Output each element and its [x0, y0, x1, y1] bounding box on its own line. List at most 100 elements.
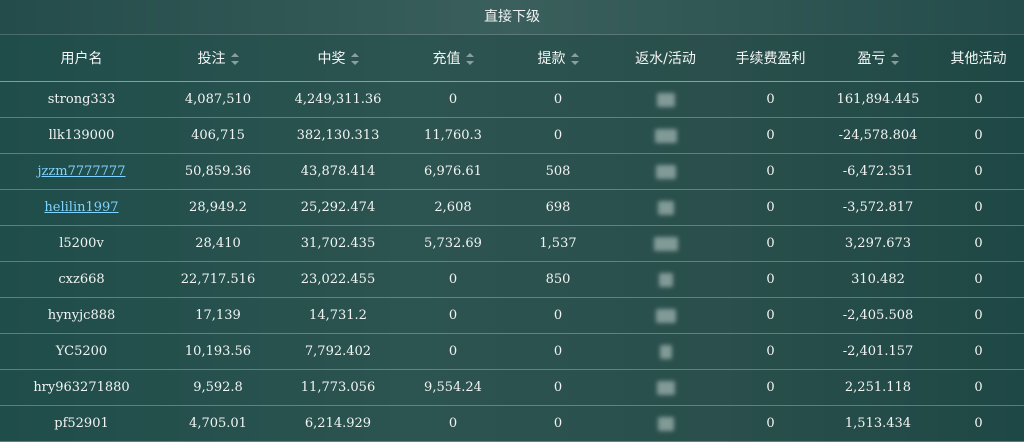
column-header-label: 其他活动: [950, 51, 1007, 67]
column-header-rebate: 返水/活动: [613, 35, 718, 82]
cell-value: 3,297.673: [844, 236, 912, 251]
cell-value: 0: [974, 380, 983, 395]
cell-other-activity: 0: [933, 405, 1024, 442]
username-text: l5200v: [59, 236, 104, 251]
redacted-value: [654, 128, 677, 143]
cell-bet: 4,087,510: [163, 81, 273, 118]
cell-fee-profit: 0: [718, 369, 823, 406]
column-header-label: 提款: [537, 51, 566, 67]
cell-username: YC5200: [0, 333, 163, 370]
column-header-label: 返水/活动: [635, 51, 696, 67]
column-header-pnl[interactable]: 盈亏: [823, 35, 933, 82]
cell-username: cxz668: [0, 261, 163, 298]
cell-value: 0: [974, 236, 983, 251]
cell-other-activity: 0: [933, 261, 1024, 298]
cell-fee-profit: 0: [718, 333, 823, 370]
cell-value: 161,894.445: [836, 92, 920, 107]
sort-icon[interactable]: [230, 53, 239, 65]
cell-value: 4,087,510: [184, 92, 252, 107]
cell-value: 0: [766, 236, 775, 251]
cell-value: 4,705.01: [189, 416, 247, 431]
column-header-label: 手续费盈利: [735, 51, 806, 67]
sort-icon[interactable]: [890, 53, 899, 65]
cell-username: helilin1997: [0, 189, 163, 226]
cell-bet: 28,410: [163, 225, 273, 262]
cell-pnl: -6,472.351: [823, 153, 933, 190]
column-header-bet[interactable]: 投注: [163, 35, 273, 82]
sort-icon[interactable]: [350, 53, 359, 65]
cell-value: 23,022.455: [300, 272, 376, 287]
cell-win: 7,792.402: [273, 333, 403, 370]
cell-value: 508: [545, 164, 571, 179]
cell-value: 0: [448, 272, 458, 287]
cell-deposit: 0: [403, 81, 503, 118]
column-header-label: 盈亏: [857, 51, 886, 67]
cell-withdraw: 0: [503, 81, 613, 118]
cell-value: 10,193.56: [184, 344, 252, 359]
table-header-row: 用户名 投注 中奖 充值 提款 返水/活动 手续费盈利 盈亏 其他活动: [0, 35, 1024, 82]
cell-rebate: [613, 261, 718, 298]
cell-value: 43,878.414: [300, 164, 376, 179]
cell-value: -6,472.351: [842, 164, 914, 179]
cell-username: hry963271880: [0, 369, 163, 406]
cell-rebate: [613, 297, 718, 334]
table-row: cxz668 22,717.516 23,022.455 0 850 0 310.482 0: [0, 261, 1024, 298]
cell-rebate: [613, 405, 718, 442]
cell-bet: 9,592.8: [163, 369, 273, 406]
cell-rebate: [613, 117, 718, 154]
cell-value: 17,139: [195, 308, 241, 323]
table-row: strong333 4,087,510 4,249,311.36 0 0 0 161,894…: [0, 81, 1024, 118]
table-row: helilin1997 28,949.2 25,292.474 2,608 698 0 -3…: [0, 189, 1024, 226]
cell-deposit: 6,976.61: [403, 153, 503, 190]
cell-withdraw: 508: [503, 153, 613, 190]
cell-value: 50,859.36: [184, 164, 252, 179]
cell-bet: 22,717.516: [163, 261, 273, 298]
cell-pnl: 1,513.434: [823, 405, 933, 442]
cell-value: 0: [553, 416, 563, 431]
cell-fee-profit: 0: [718, 189, 823, 226]
cell-win: 23,022.455: [273, 261, 403, 298]
subordinates-table: 用户名 投注 中奖 充值 提款 返水/活动 手续费盈利 盈亏 其他活动 strong333 4,0…: [0, 35, 1024, 442]
cell-value: 31,702.435: [300, 236, 376, 251]
column-header-win[interactable]: 中奖: [273, 35, 403, 82]
username-text: pf52901: [54, 416, 109, 431]
cell-value: -2,405.508: [842, 308, 914, 323]
cell-value: -2,401.157: [842, 344, 914, 359]
sort-icon[interactable]: [570, 53, 579, 65]
column-header-withdraw[interactable]: 提款: [503, 35, 613, 82]
cell-value: 0: [448, 308, 458, 323]
cell-value: 0: [553, 92, 563, 107]
cell-deposit: 0: [403, 405, 503, 442]
cell-value: 0: [974, 344, 983, 359]
cell-value: 0: [553, 380, 563, 395]
cell-value: 0: [553, 128, 563, 143]
column-header-fee-profit: 手续费盈利: [718, 35, 823, 82]
cell-value: 0: [974, 128, 983, 143]
redacted-value: [655, 164, 676, 179]
username-text: cxz668: [58, 272, 105, 287]
cell-value: 0: [766, 164, 775, 179]
cell-value: 0: [553, 308, 563, 323]
username-link[interactable]: jzzm7777777: [38, 164, 126, 179]
cell-value: 0: [974, 272, 983, 287]
cell-fee-profit: 0: [718, 261, 823, 298]
cell-value: 5,732.69: [424, 236, 482, 251]
cell-fee-profit: 0: [718, 117, 823, 154]
cell-pnl: 3,297.673: [823, 225, 933, 262]
username-text: hynyjc888: [47, 308, 116, 323]
cell-value: -24,578.804: [838, 128, 918, 143]
redacted-value: [657, 416, 674, 431]
cell-value: 0: [766, 416, 775, 431]
table-row: hynyjc888 17,139 14,731.2 0 0 0 -2,405.508 0: [0, 297, 1024, 334]
cell-win: 4,249,311.36: [273, 81, 403, 118]
cell-bet: 50,859.36: [163, 153, 273, 190]
cell-other-activity: 0: [933, 153, 1024, 190]
table-body: strong333 4,087,510 4,249,311.36 0 0 0 161,894…: [0, 81, 1024, 442]
username-link[interactable]: helilin1997: [44, 200, 118, 215]
sort-icon[interactable]: [465, 53, 474, 65]
cell-username: jzzm7777777: [0, 153, 163, 190]
column-header-deposit[interactable]: 充值: [403, 35, 503, 82]
cell-deposit: 0: [403, 333, 503, 370]
cell-value: 0: [766, 128, 775, 143]
cell-value: 0: [766, 272, 775, 287]
